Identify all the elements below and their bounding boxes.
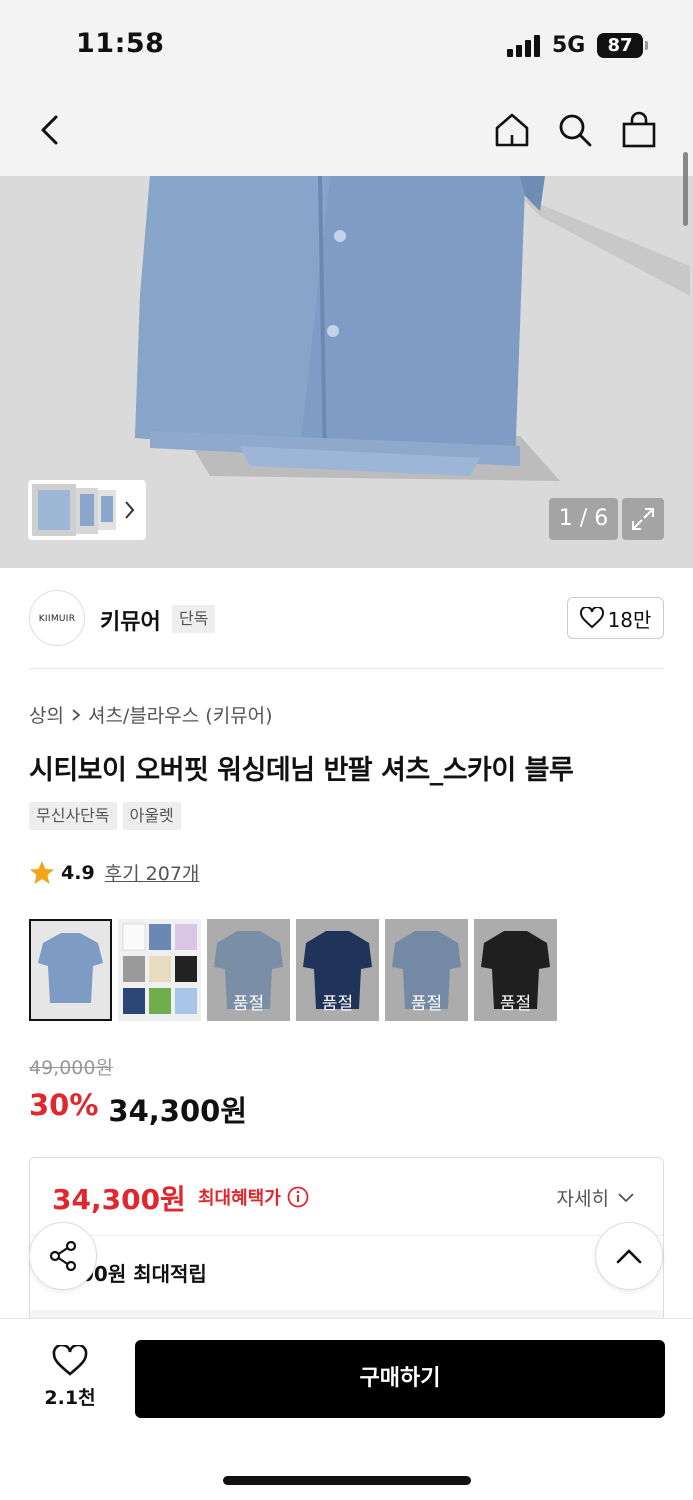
max-benefit-price: 34,300원 [52,1183,186,1216]
brand-name[interactable]: 키뮤어 [100,604,161,636]
variant-option[interactable] [29,919,112,1021]
breadcrumb: 상의 셔츠/블라우스 (키뮤어) [29,701,273,728]
original-price: 49,000원 [29,1057,113,1079]
search-icon [559,114,592,147]
breadcrumb-subcategory[interactable]: 셔츠/블라우스 (키뮤어) [88,701,273,728]
gallery-thumbnail-strip[interactable] [28,480,146,540]
benefit-detail-label: 자세히 [556,1188,609,1210]
max-benefit-label-text: 최대혜택가 [198,1188,281,1209]
brand-exclusive-badge: 단독 [172,605,216,633]
sold-out-label: 품절 [296,919,379,1021]
back-button[interactable] [26,106,74,154]
product-tags: 무신사단독 아울렛 [29,802,181,830]
home-button[interactable] [488,106,536,154]
max-benefit-label: 최대혜택가 [198,1184,309,1210]
variant-option[interactable]: 품절 [296,919,379,1021]
search-button[interactable] [551,106,599,154]
divider [30,1235,663,1236]
variant-image [31,921,110,1019]
variant-image [118,919,201,1021]
top-nav [0,88,693,176]
brand-like-count: 18만 [607,607,652,632]
product-title: 시티보이 오버핏 워싱데님 반팔 셔츠_스카이 블루 [29,755,574,786]
wishlist-button[interactable]: 2.1천 [30,1343,110,1410]
brand-logo[interactable]: KIIMUIR [29,590,85,646]
sold-out-label: 품절 [385,919,468,1021]
status-time: 11:58 [76,28,165,59]
shopping-bag-icon [622,111,656,148]
product-tag: 아울렛 [122,802,181,830]
share-icon [49,1240,77,1272]
battery-icon: 87 [597,33,643,58]
gallery-thumbnails [32,484,135,536]
divider [29,668,664,669]
share-button[interactable] [29,1222,97,1290]
sale-price-row: 30% 34,300원 [29,1088,247,1130]
sold-out-label: 품절 [207,919,290,1021]
rating-score: 4.9 [61,861,95,884]
review-link[interactable]: 후기 207개 [105,859,200,886]
wishlist-count: 2.1천 [44,1387,96,1409]
scroll-top-button[interactable] [595,1222,663,1290]
star-icon [30,861,54,884]
max-benefit-box: 34,300원 최대혜택가 자세히 00원 최대적립 [29,1157,664,1328]
status-bar: 11:58 5G 87 [0,0,693,88]
breadcrumb-category[interactable]: 상의 [29,701,64,728]
page-scrollbar[interactable] [683,152,688,226]
image-counter: 1 / 6 [549,498,618,540]
brand-like-button[interactable]: 18만 [567,597,664,639]
expand-button[interactable] [622,498,664,540]
buy-button[interactable]: 구매하기 [135,1340,665,1418]
max-points: 00원 최대적립 [80,1262,207,1286]
heart-icon [579,607,604,629]
heart-icon [52,1343,88,1376]
benefit-detail-toggle[interactable]: 자세히 [557,1184,635,1211]
product-tag: 무신사단독 [29,802,117,830]
sold-out-label: 품절 [474,919,557,1021]
variant-selector: 품절 품절 품절 품절 [29,919,557,1021]
info-icon[interactable] [287,1186,309,1208]
discount-rate: 30% [29,1088,99,1122]
cart-button[interactable] [615,106,663,154]
variant-option[interactable] [118,919,201,1021]
variant-option[interactable]: 품절 [207,919,290,1021]
home-indicator[interactable] [223,1476,471,1485]
signal-icon [507,35,543,57]
back-icon [41,115,58,145]
expand-icon [632,508,654,530]
chevron-up-icon [616,1249,642,1264]
variant-option[interactable]: 품절 [385,919,468,1021]
sale-price: 34,300원 [108,1094,248,1128]
battery-tip [645,41,648,50]
chevron-down-icon [618,1192,634,1202]
home-icon [495,113,529,147]
chevron-right-icon [72,708,81,721]
rating-row: 4.9 후기 207개 [29,859,199,886]
variant-option[interactable]: 품절 [474,919,557,1021]
network-type: 5G [552,33,586,58]
